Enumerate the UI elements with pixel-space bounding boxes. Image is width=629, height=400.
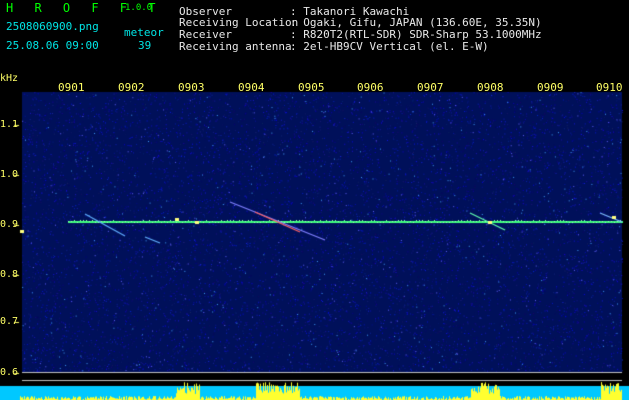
x-tick-label: 0908 (477, 81, 504, 94)
x-tick-label: 0907 (417, 81, 444, 94)
x-tick-label: 0905 (298, 81, 325, 94)
antenna-label: Receiving antenna (179, 40, 292, 53)
meteor-label: meteor (124, 26, 164, 39)
y-axis-unit: kHz (0, 73, 19, 84)
spectrogram-canvas (0, 0, 629, 400)
antenna-value: : 2el-HB9CV Vertical (el. E-W) (290, 40, 489, 53)
y-tick-label: 0.7 (0, 316, 19, 327)
x-tick-label: 0901 (58, 81, 85, 94)
x-tick-label: 0902 (118, 81, 145, 94)
y-tick-label: 0.6 (0, 367, 19, 378)
x-tick-label: 0903 (178, 81, 205, 94)
y-tick-label: 0.8 (0, 269, 19, 280)
file-name: 2508060900.png (6, 20, 99, 33)
x-tick-label: 0906 (357, 81, 384, 94)
y-tick-label: 1.1 (0, 119, 19, 130)
x-tick-label: 0909 (537, 81, 564, 94)
x-tick-label: 0910 (596, 81, 623, 94)
y-tick-label: 1.0 (0, 169, 19, 180)
meteor-count: 39 (138, 39, 152, 52)
x-tick-label: 0904 (238, 81, 265, 94)
y-tick-label: 0.9 (0, 219, 19, 230)
date-time: 25.08.06 09:00 (6, 39, 99, 52)
app-version: 1.0.0 (125, 3, 153, 13)
